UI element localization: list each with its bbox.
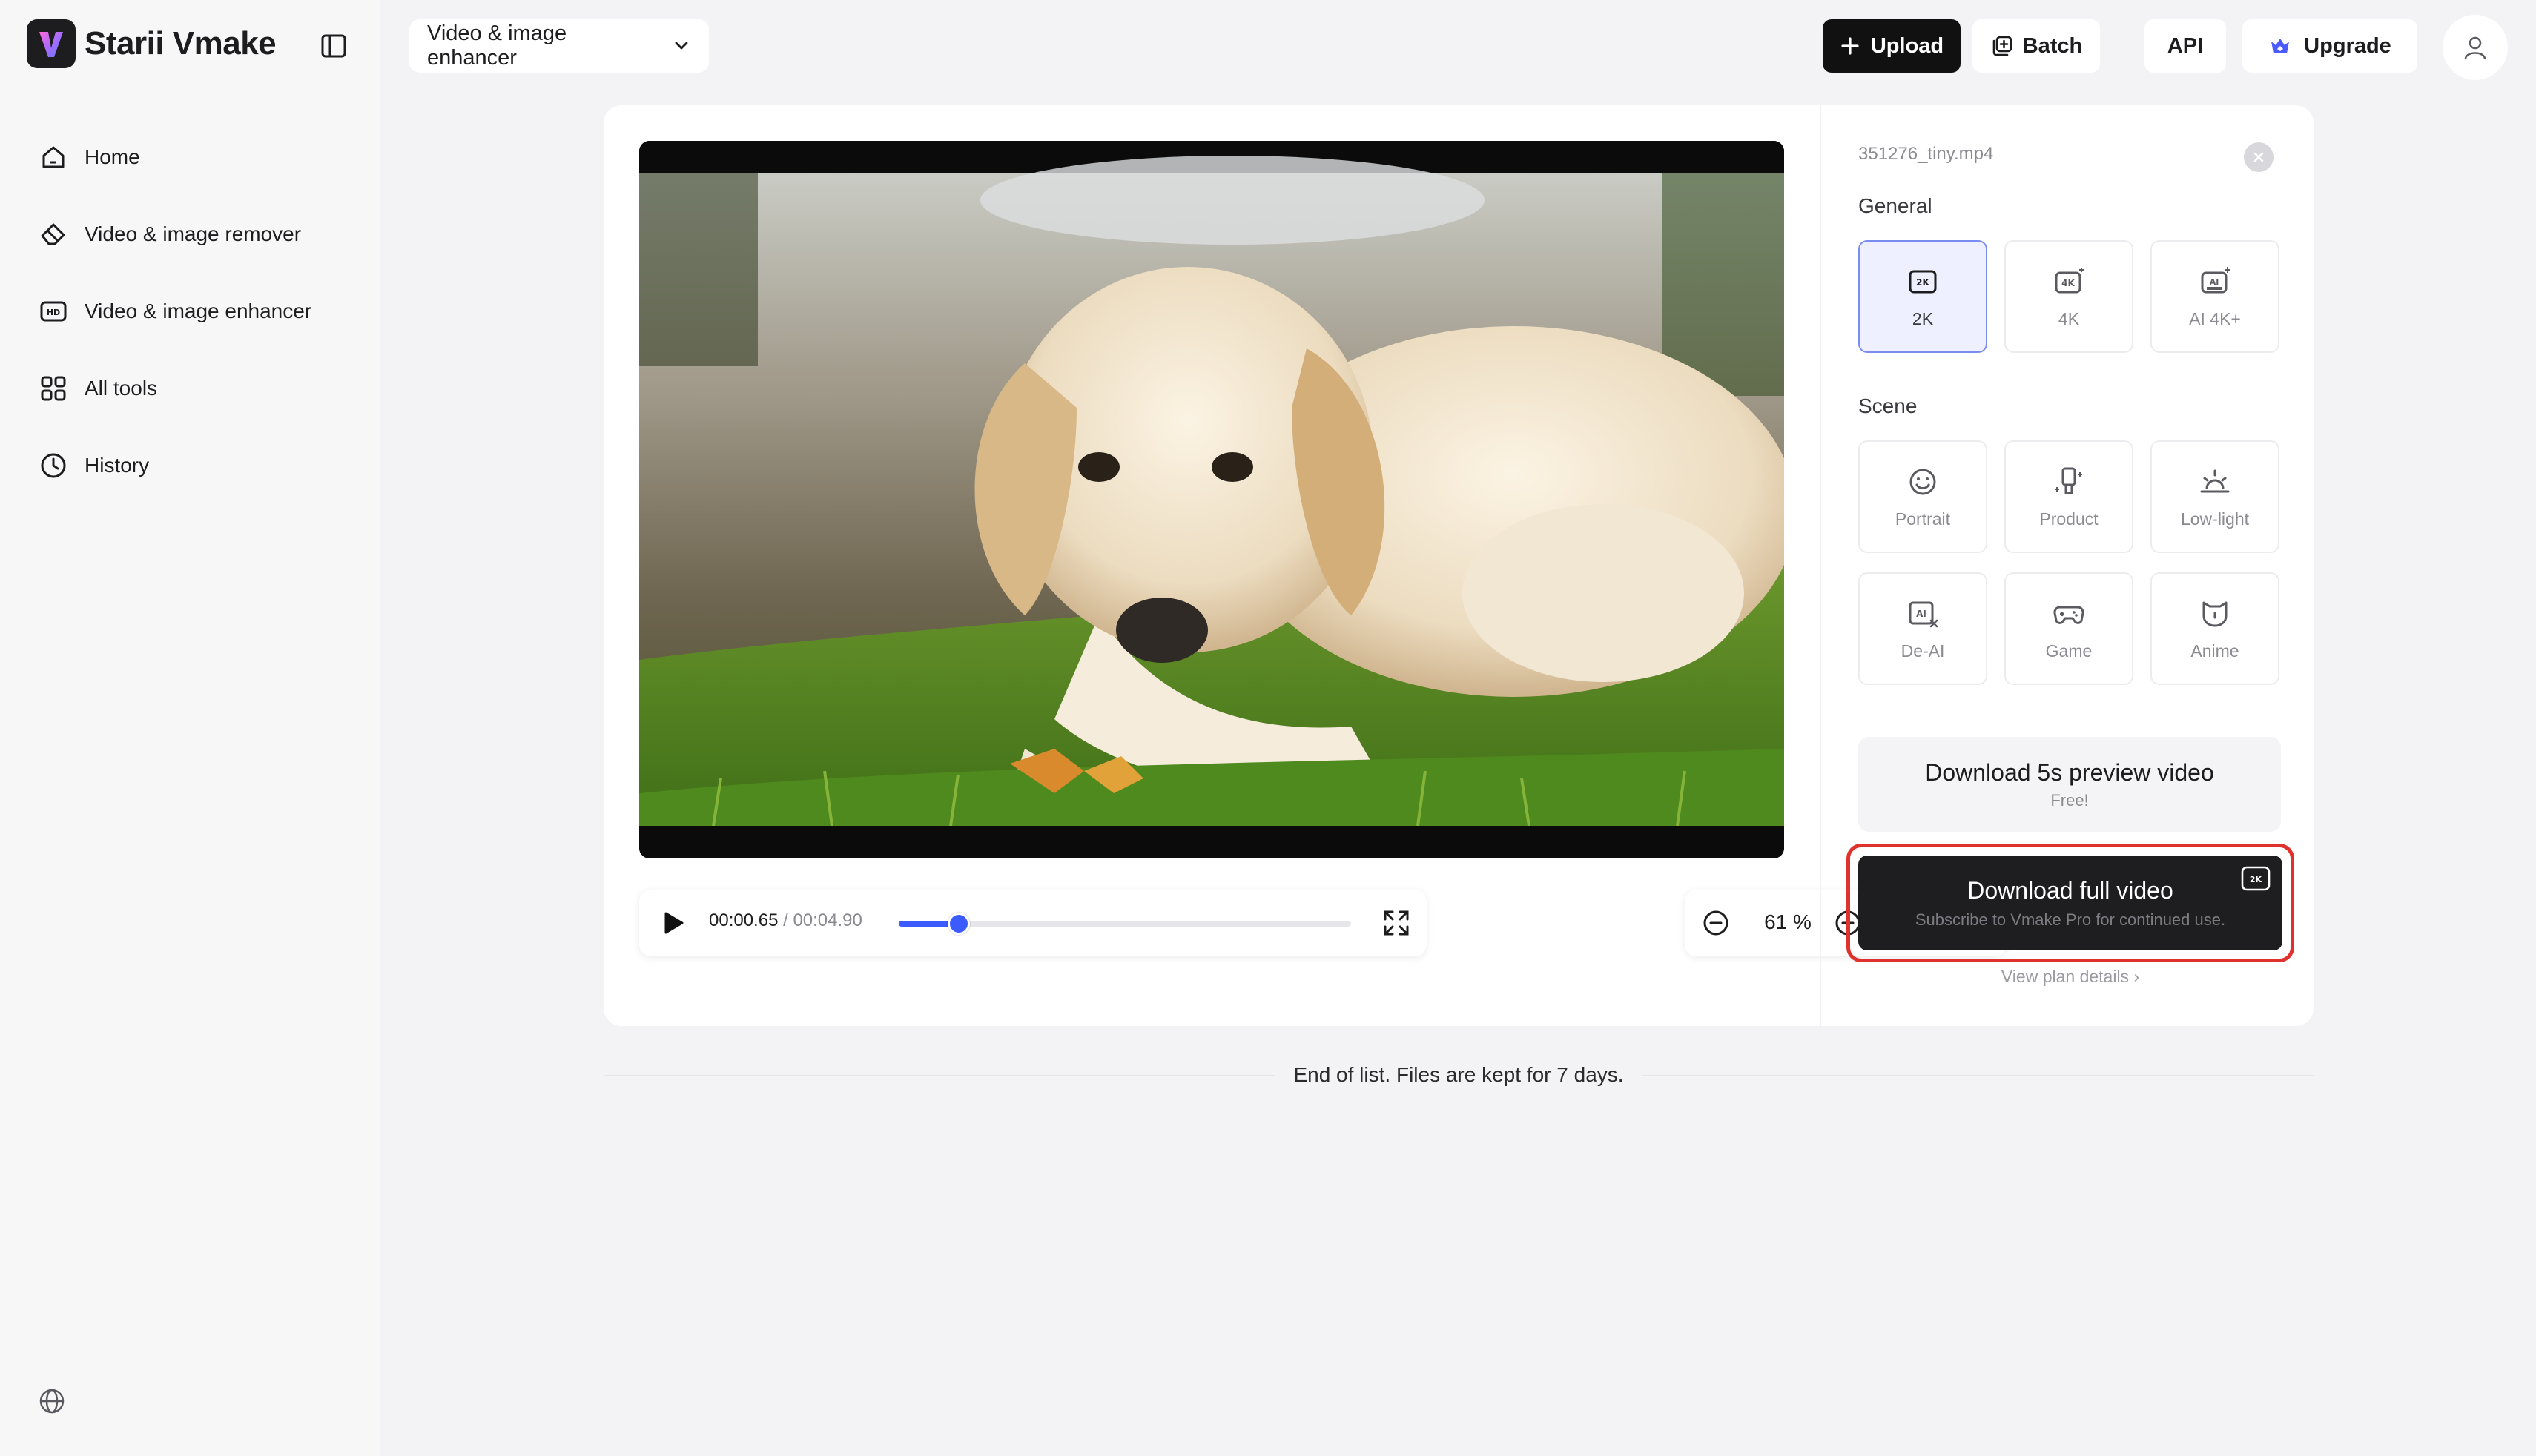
timeline-scrubber[interactable] — [899, 913, 1351, 935]
scene-section-title: Scene — [1858, 394, 1918, 417]
option-label: AI 4K+ — [2189, 308, 2241, 328]
upload-label: Upload — [1870, 33, 1944, 58]
batch-label: Batch — [2022, 33, 2083, 58]
download-full-button[interactable]: 2K Download full video Subscribe to Vmak… — [1858, 856, 2282, 950]
option-4k[interactable]: 4K 4K — [2004, 240, 2133, 353]
user-icon — [2464, 36, 2486, 60]
settings-panel: 351276_tiny.mp4 General 2K 2K 4K 4K AI A… — [1820, 105, 2314, 1026]
scene-de-ai[interactable]: AI De-AI — [1858, 572, 1987, 685]
smiley-face-icon — [1909, 469, 1936, 494]
batch-icon — [1992, 36, 2012, 56]
sidebar-item-enhancer[interactable]: HD Video & image enhancer — [27, 273, 360, 350]
end-of-list-text: End of list. Files are kept for 7 days. — [1275, 1063, 1642, 1086]
api-button[interactable]: API — [2144, 19, 2226, 73]
option-label: Low-light — [2180, 509, 2250, 529]
svg-text:AI: AI — [1916, 609, 1926, 619]
anime-mask-icon — [2202, 601, 2228, 626]
svg-text:HD: HD — [47, 308, 60, 317]
video-frame-image — [639, 141, 1784, 858]
sidebar-item-label: Video & image enhancer — [85, 300, 312, 322]
sidebar-nav: Home Video & image remover HD Video & im… — [27, 119, 360, 504]
sidebar-item-label: Home — [85, 145, 140, 168]
gamepad-icon — [2053, 606, 2084, 624]
scene-low-light[interactable]: Low-light — [2150, 440, 2279, 553]
general-section-title: General — [1858, 194, 1932, 217]
option-label: Game — [2045, 641, 2093, 661]
scene-product[interactable]: Product — [2004, 440, 2133, 553]
svg-text:4K: 4K — [2061, 278, 2075, 288]
sidebar-item-label: Video & image remover — [85, 222, 302, 245]
scene-portrait[interactable]: Portrait — [1858, 440, 1987, 553]
option-label: 2K — [1912, 308, 1934, 328]
sidebar-item-label: History — [85, 454, 150, 477]
download-preview-button[interactable]: Download 5s preview video Free! — [1858, 737, 2281, 832]
fullscreen-icon[interactable] — [1381, 907, 1412, 939]
crown-gem-icon — [2271, 39, 2290, 53]
product-bottle-icon — [2055, 467, 2082, 494]
sidebar: Starii Vmake Home Video & image remover … — [0, 0, 380, 1456]
download-preview-label: Download 5s preview video — [1925, 758, 2214, 786]
option-label: Portrait — [1895, 509, 1951, 529]
download-full-label: Download full video — [1967, 876, 2173, 904]
close-icon[interactable] — [2244, 142, 2274, 172]
option-label: Anime — [2190, 641, 2239, 661]
upgrade-button[interactable]: Upgrade — [2242, 19, 2417, 73]
sunrise-icon — [2200, 469, 2230, 492]
sidebar-item-home[interactable]: Home — [27, 119, 360, 196]
sidebar-item-all-tools[interactable]: All tools — [27, 350, 360, 427]
editor-card: 00:00.65 / 00:04.90 61 % 351276_tiny.mp4… — [604, 105, 2314, 1026]
file-name: 351276_tiny.mp4 — [1858, 144, 1994, 164]
home-icon — [42, 146, 65, 168]
scene-game[interactable]: Game — [2004, 572, 2133, 685]
eraser-icon — [41, 223, 65, 245]
play-icon[interactable] — [660, 910, 687, 936]
sidebar-item-label: All tools — [85, 377, 158, 400]
option-2k[interactable]: 2K 2K — [1858, 240, 1987, 353]
upload-button[interactable]: Upload — [1823, 19, 1961, 73]
app-name: Starii Vmake — [85, 25, 277, 62]
svg-text:2K: 2K — [2250, 875, 2262, 884]
zoom-level: 61 % — [1764, 910, 1812, 933]
time-readout: 00:00.65 / 00:04.90 — [709, 910, 862, 931]
plus-icon — [1841, 37, 1859, 55]
2k-badge-icon: 2K — [2241, 866, 2271, 891]
sidebar-item-remover[interactable]: Video & image remover — [27, 196, 360, 273]
timeline-handle[interactable] — [948, 913, 971, 935]
main-area: Video & image enhancer Upload Batch API … — [380, 0, 2536, 1456]
upgrade-label: Upgrade — [2304, 33, 2391, 58]
svg-text:AI: AI — [2210, 277, 2219, 287]
zoom-out-icon[interactable] — [1701, 908, 1731, 938]
playback-controls: 00:00.65 / 00:04.90 — [639, 890, 1427, 956]
header-actions: Upload Batch API Upgrade — [380, 15, 2536, 80]
language-globe-icon[interactable] — [37, 1386, 67, 1416]
option-ai-4k-plus[interactable]: AI AI 4K+ — [2150, 240, 2279, 353]
option-label: Product — [2039, 509, 2099, 529]
clock-icon — [41, 453, 66, 478]
svg-text:2K: 2K — [1916, 277, 1929, 288]
duration: 00:04.90 — [793, 910, 862, 930]
vmake-logo-icon — [27, 19, 76, 68]
hd-icon: HD — [40, 301, 67, 322]
resolution-4k-icon: 4K — [2055, 267, 2084, 293]
ai-ultra-icon: AI — [2201, 266, 2230, 293]
end-of-list: End of list. Files are kept for 7 days. — [604, 1063, 2314, 1087]
scene-anime[interactable]: Anime — [2150, 572, 2279, 685]
sidebar-item-history[interactable]: History — [27, 427, 360, 504]
current-time: 00:00.65 — [709, 910, 779, 930]
option-label: De-AI — [1901, 641, 1945, 661]
resolution-2k-icon: 2K — [1909, 270, 1937, 293]
download-full-sub: Subscribe to Vmake Pro for continued use… — [1915, 910, 2226, 929]
app-logo[interactable]: Starii Vmake — [27, 19, 277, 68]
video-preview[interactable] — [639, 141, 1784, 858]
time-separator: / — [778, 910, 793, 930]
sidebar-toggle-icon[interactable] — [319, 31, 349, 61]
user-avatar[interactable] — [2443, 15, 2508, 80]
de-ai-icon: AI — [1909, 601, 1938, 627]
option-label: 4K — [2058, 308, 2080, 328]
grid-icon — [41, 376, 66, 401]
batch-button[interactable]: Batch — [1972, 19, 2100, 73]
view-plan-link[interactable]: View plan details › — [1858, 967, 2282, 987]
download-preview-sub: Free! — [2050, 790, 2089, 810]
